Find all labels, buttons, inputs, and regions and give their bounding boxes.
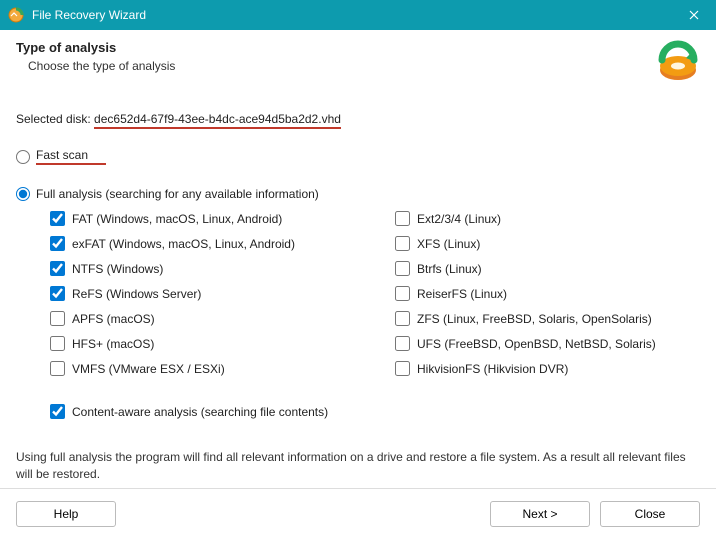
fs-checkbox-input[interactable] xyxy=(395,211,410,226)
fs-checkbox-input[interactable] xyxy=(50,311,65,326)
fs-checkbox-left-3[interactable]: ReFS (Windows Server) xyxy=(50,286,355,301)
fs-checkbox-label: APFS (macOS) xyxy=(72,312,155,326)
fs-checkbox-left-4[interactable]: APFS (macOS) xyxy=(50,311,355,326)
page-subtitle: Choose the type of analysis xyxy=(16,59,656,73)
fs-checkbox-input[interactable] xyxy=(50,286,65,301)
fs-checkbox-label: UFS (FreeBSD, OpenBSD, NetBSD, Solaris) xyxy=(417,337,656,351)
fs-checkbox-input[interactable] xyxy=(395,236,410,251)
fs-checkbox-input[interactable] xyxy=(50,261,65,276)
fs-column-left: FAT (Windows, macOS, Linux, Android) exFA… xyxy=(50,211,355,376)
fs-checkbox-input[interactable] xyxy=(395,336,410,351)
app-icon xyxy=(8,7,24,23)
analysis-note: Using full analysis the program will fin… xyxy=(16,449,700,483)
wizard-icon xyxy=(656,40,700,84)
fs-checkbox-label: NTFS (Windows) xyxy=(72,262,163,276)
fs-checkbox-right-2[interactable]: Btrfs (Linux) xyxy=(395,261,700,276)
content-aware-checkbox[interactable]: Content-aware analysis (searching file c… xyxy=(50,404,700,419)
fast-scan-label: Fast scan xyxy=(36,148,88,165)
fs-checkbox-input[interactable] xyxy=(395,361,410,376)
content-aware-checkbox-input[interactable] xyxy=(50,404,65,419)
fs-checkbox-left-6[interactable]: VMFS (VMware ESX / ESXi) xyxy=(50,361,355,376)
fs-checkbox-right-4[interactable]: ZFS (Linux, FreeBSD, Solaris, OpenSolari… xyxy=(395,311,700,326)
fs-checkbox-label: ZFS (Linux, FreeBSD, Solaris, OpenSolari… xyxy=(417,312,652,326)
fs-checkbox-right-3[interactable]: ReiserFS (Linux) xyxy=(395,286,700,301)
fs-checkbox-input[interactable] xyxy=(50,361,65,376)
fast-scan-radio-input[interactable] xyxy=(16,150,30,164)
content-aware-label: Content-aware analysis (searching file c… xyxy=(72,405,328,419)
fs-checkbox-input[interactable] xyxy=(50,236,65,251)
fs-checkbox-input[interactable] xyxy=(50,211,65,226)
fs-column-right: Ext2/3/4 (Linux) XFS (Linux) Btrfs (Linux)… xyxy=(395,211,700,376)
wizard-content: Type of analysis Choose the type of anal… xyxy=(0,30,716,488)
selected-disk-row: Selected disk: dec652d4-67f9-43ee-b4dc-a… xyxy=(16,112,700,126)
fs-checkbox-left-1[interactable]: exFAT (Windows, macOS, Linux, Android) xyxy=(50,236,355,251)
fs-checkbox-input[interactable] xyxy=(395,311,410,326)
fs-checkbox-label: VMFS (VMware ESX / ESXi) xyxy=(72,362,225,376)
close-button[interactable]: Close xyxy=(600,501,700,527)
filesystem-grid: FAT (Windows, macOS, Linux, Android) exFA… xyxy=(50,211,700,376)
selected-disk-label: Selected disk: xyxy=(16,112,94,126)
fs-checkbox-input[interactable] xyxy=(395,261,410,276)
page-title: Type of analysis xyxy=(16,40,656,55)
fs-checkbox-input[interactable] xyxy=(50,336,65,351)
full-analysis-radio[interactable]: Full analysis (searching for any availab… xyxy=(16,187,700,201)
fast-scan-radio[interactable]: Fast scan xyxy=(16,148,700,165)
titlebar: File Recovery Wizard xyxy=(0,0,716,30)
fs-checkbox-label: HFS+ (macOS) xyxy=(72,337,154,351)
footer: Help Next > Close xyxy=(0,488,716,538)
fs-checkbox-left-2[interactable]: NTFS (Windows) xyxy=(50,261,355,276)
fs-checkbox-left-5[interactable]: HFS+ (macOS) xyxy=(50,336,355,351)
fs-checkbox-input[interactable] xyxy=(395,286,410,301)
next-button[interactable]: Next > xyxy=(490,501,590,527)
full-analysis-label: Full analysis (searching for any availab… xyxy=(36,187,319,201)
close-window-button[interactable] xyxy=(671,0,716,30)
fs-checkbox-label: ReFS (Windows Server) xyxy=(72,287,201,301)
fs-checkbox-right-0[interactable]: Ext2/3/4 (Linux) xyxy=(395,211,700,226)
fs-checkbox-label: HikvisionFS (Hikvision DVR) xyxy=(417,362,568,376)
fs-checkbox-left-0[interactable]: FAT (Windows, macOS, Linux, Android) xyxy=(50,211,355,226)
help-button[interactable]: Help xyxy=(16,501,116,527)
fs-checkbox-label: Btrfs (Linux) xyxy=(417,262,482,276)
fs-checkbox-right-1[interactable]: XFS (Linux) xyxy=(395,236,700,251)
full-analysis-radio-input[interactable] xyxy=(16,187,30,201)
fs-checkbox-label: Ext2/3/4 (Linux) xyxy=(417,212,501,226)
fs-checkbox-label: ReiserFS (Linux) xyxy=(417,287,507,301)
close-icon xyxy=(689,10,699,20)
selected-disk-value: dec652d4-67f9-43ee-b4dc-ace94d5ba2d2.vhd xyxy=(94,112,341,129)
window-title: File Recovery Wizard xyxy=(32,8,671,22)
fs-checkbox-label: exFAT (Windows, macOS, Linux, Android) xyxy=(72,237,295,251)
fs-checkbox-right-5[interactable]: UFS (FreeBSD, OpenBSD, NetBSD, Solaris) xyxy=(395,336,700,351)
fs-checkbox-label: XFS (Linux) xyxy=(417,237,480,251)
fs-checkbox-right-6[interactable]: HikvisionFS (Hikvision DVR) xyxy=(395,361,700,376)
fs-checkbox-label: FAT (Windows, macOS, Linux, Android) xyxy=(72,212,282,226)
